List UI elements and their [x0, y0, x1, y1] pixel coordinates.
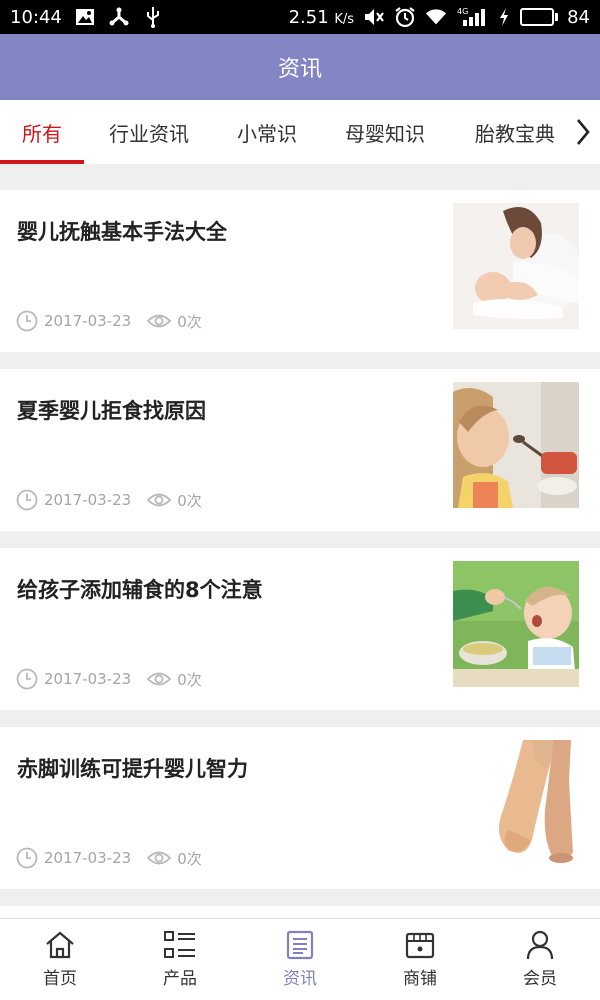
network-speed: 2.51 K/s	[288, 6, 355, 28]
news-views: 0次	[177, 670, 202, 689]
news-thumbnail[interactable]	[453, 203, 579, 329]
news-thumbnail[interactable]	[453, 740, 579, 866]
eye-icon	[147, 671, 172, 687]
page-title: 资讯	[277, 57, 322, 82]
news-thumbnail[interactable]	[453, 561, 579, 687]
news-meta: 2017-03-23 0次	[16, 668, 202, 690]
news-item[interactable]: 婴儿抚触基本手法大全 2017-03-23 0次	[0, 190, 600, 352]
tab-prenatal-education[interactable]: 胎教宝典	[450, 100, 580, 164]
news-date: 2017-03-23	[44, 312, 132, 330]
nav-label: 资讯	[283, 969, 317, 989]
tab-tips[interactable]: 小常识	[214, 100, 320, 164]
bottom-nav: 首页 产品 资讯 商铺 会员	[0, 918, 600, 1000]
news-date: 2017-03-23	[44, 491, 132, 509]
share-icon	[108, 6, 130, 28]
tab-maternal-knowledge[interactable]: 母婴知识	[320, 100, 450, 164]
news-meta: 2017-03-23 0次	[16, 310, 202, 332]
list-icon	[164, 931, 195, 958]
home-icon	[46, 931, 74, 959]
alarm-icon	[394, 6, 416, 28]
nav-products[interactable]: 产品	[120, 919, 240, 1000]
clock-icon	[16, 668, 38, 690]
news-title[interactable]: 给孩子添加辅食的8个注意	[17, 574, 437, 604]
news-title[interactable]: 赤脚训练可提升婴儿智力	[17, 753, 437, 783]
chevron-right-icon	[577, 119, 590, 145]
charging-icon	[497, 6, 511, 28]
status-time: 10:44	[10, 6, 62, 28]
nav-label: 首页	[43, 969, 77, 989]
nav-label: 会员	[523, 969, 557, 989]
news-list: 婴儿抚触基本手法大全 2017-03-23 0次 夏季婴儿拒食找原因 2017-…	[0, 190, 600, 926]
news-views: 0次	[177, 849, 202, 868]
wifi-icon	[425, 6, 447, 28]
tab-industry-news[interactable]: 行业资讯	[84, 100, 214, 164]
baby-spoon-photo	[453, 382, 579, 508]
tab-all[interactable]: 所有	[0, 100, 84, 164]
shop-icon	[405, 932, 435, 959]
clock-icon	[16, 310, 38, 332]
status-bar: 10:44 2.51 K/s 4G 84	[0, 0, 600, 34]
news-title[interactable]: 夏季婴儿拒食找原因	[17, 395, 437, 425]
baby-feet-photo	[453, 740, 579, 866]
news-item[interactable]: 赤脚训练可提升婴儿智力 2017-03-23 0次	[0, 727, 600, 889]
news-meta: 2017-03-23 0次	[16, 847, 202, 869]
eye-icon	[147, 492, 172, 508]
news-title[interactable]: 婴儿抚触基本手法大全	[17, 216, 437, 246]
clock-icon	[16, 489, 38, 511]
news-item[interactable]: 给孩子添加辅食的8个注意 2017-03-23 0次	[0, 548, 600, 710]
clock-icon	[16, 847, 38, 869]
news-date: 2017-03-23	[44, 849, 132, 867]
baby-feeding-photo	[453, 561, 579, 687]
nav-label: 商铺	[403, 969, 437, 989]
mother-baby-photo	[453, 203, 579, 329]
nav-member[interactable]: 会员	[480, 919, 600, 1000]
nav-shop[interactable]: 商铺	[360, 919, 480, 1000]
news-meta: 2017-03-23 0次	[16, 489, 202, 511]
nav-news[interactable]: 资讯	[240, 919, 360, 1000]
eye-icon	[147, 850, 172, 866]
news-views: 0次	[177, 491, 202, 510]
battery-percent: 84	[567, 6, 590, 28]
tabs-scroll-right-button[interactable]	[566, 100, 600, 164]
category-tabs: 所有 行业资讯 小常识 母婴知识 胎教宝典	[0, 100, 600, 164]
news-date: 2017-03-23	[44, 670, 132, 688]
news-views: 0次	[177, 312, 202, 331]
news-thumbnail[interactable]	[453, 382, 579, 508]
news-item[interactable]: 夏季婴儿拒食找原因 2017-03-23 0次	[0, 369, 600, 531]
app-header: 资讯	[0, 34, 600, 100]
nav-label: 产品	[163, 969, 197, 989]
nav-home[interactable]: 首页	[0, 919, 120, 1000]
gallery-icon	[74, 6, 96, 28]
app-screen: 10:44 2.51 K/s 4G 84 资讯 所有 行业资讯 小常识 母婴知识…	[0, 0, 600, 1000]
news-icon	[286, 930, 314, 960]
usb-icon	[142, 6, 164, 28]
network-type: 4G	[457, 7, 468, 16]
user-icon	[526, 930, 554, 960]
mute-icon	[363, 6, 385, 28]
eye-icon	[147, 313, 172, 329]
signal-icon: 4G	[456, 6, 488, 28]
battery-icon	[520, 8, 559, 26]
